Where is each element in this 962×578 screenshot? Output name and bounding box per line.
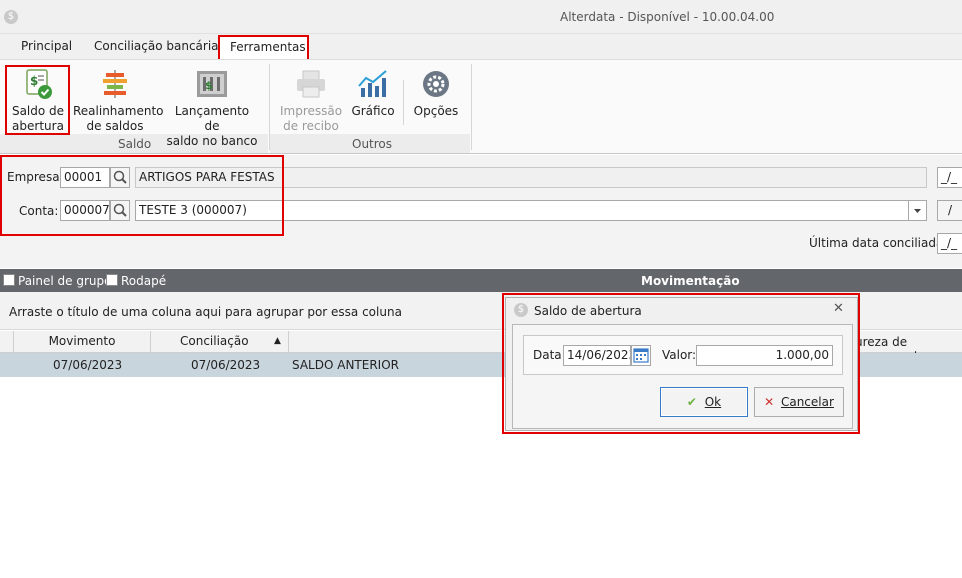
svg-text:$: $ (205, 79, 213, 92)
highlight-saldo-de-abertura (5, 65, 70, 135)
tab-ferramentas[interactable]: Ferramentas (218, 35, 309, 59)
cell-descricao: SALDO ANTERIOR (292, 358, 399, 372)
cell-conciliacao: 07/06/2023 (191, 358, 261, 372)
printer-icon (294, 68, 328, 100)
gear-icon (419, 68, 453, 100)
ribbon-tabs: Principal Conciliação bancária Ferrament… (0, 34, 962, 59)
realign-icon (98, 68, 132, 100)
rodape-label: Rodapé (121, 274, 167, 288)
group-by-hint: Arraste o título de uma coluna aqui para… (9, 305, 402, 319)
ultima-data-field[interactable]: _/_ (937, 233, 962, 254)
realinhamento-line1: Realinhamento (73, 104, 164, 118)
highlight-dialog (502, 293, 860, 434)
window-title: Alterdata - Disponível - 10.00.04.00 (560, 10, 775, 24)
impressao-line1: Impressão (280, 104, 343, 118)
grid-title: Movimentação (641, 274, 740, 288)
realinhamento-line2: de saldos (86, 119, 144, 133)
grafico-button[interactable]: Gráfico (350, 64, 396, 119)
painel-de-grupo-label: Painel de grupo (18, 274, 112, 288)
lancamento-line2: saldo no banco (166, 134, 258, 148)
sort-asc-icon: ▲ (274, 336, 281, 346)
group-label-outros: Outros (352, 137, 393, 151)
column-conciliacao-label: Conciliação (180, 334, 249, 348)
tab-conciliacao-bancaria[interactable]: Conciliação bancária (94, 39, 219, 53)
lancamento-line1: Lançamento de (174, 104, 250, 133)
realinhamento-de-saldos-button[interactable]: Realinhamento de saldos (73, 64, 164, 134)
tab-principal[interactable]: Principal (21, 39, 72, 53)
conta-dropdown-button[interactable] (908, 200, 927, 221)
grafico-label: Gráfico (351, 104, 395, 118)
date-field-1[interactable]: _/_ (937, 167, 962, 188)
date-field-2[interactable]: / (937, 200, 962, 221)
painel-de-grupo-checkbox[interactable] (3, 274, 15, 286)
highlight-filters (0, 155, 284, 236)
title-bar: $ Alterdata - Disponível - 10.00.04.00 (0, 0, 962, 34)
lancamento-saldo-banco-button[interactable]: $ Lançamento de saldo no banco (166, 64, 258, 149)
opcoes-button[interactable]: Opções (412, 64, 460, 119)
bank-icon: $ (195, 68, 229, 100)
grid-toolbar: Painel de grupo Rodapé Movimentação (0, 269, 962, 292)
cell-movimento: 07/06/2023 (53, 358, 123, 372)
rodape-checkbox[interactable] (106, 274, 118, 286)
ribbon: $ Saldo de abertura Realinhamento de sal… (0, 59, 962, 154)
group-label-saldo: Saldo (118, 137, 152, 151)
chart-icon (356, 68, 390, 100)
chevron-down-icon (914, 209, 921, 213)
impressao-line2: de recibo (283, 119, 339, 133)
opcoes-label: Opções (413, 104, 459, 118)
impressao-de-recibo-button[interactable]: Impressão de recibo (280, 64, 342, 134)
app-icon: $ (4, 10, 18, 24)
column-movimento[interactable]: Movimento (14, 331, 151, 353)
column-conciliacao[interactable]: Conciliação ▲ (151, 331, 289, 353)
ultima-data-label: Última data conciliada: (809, 236, 948, 250)
